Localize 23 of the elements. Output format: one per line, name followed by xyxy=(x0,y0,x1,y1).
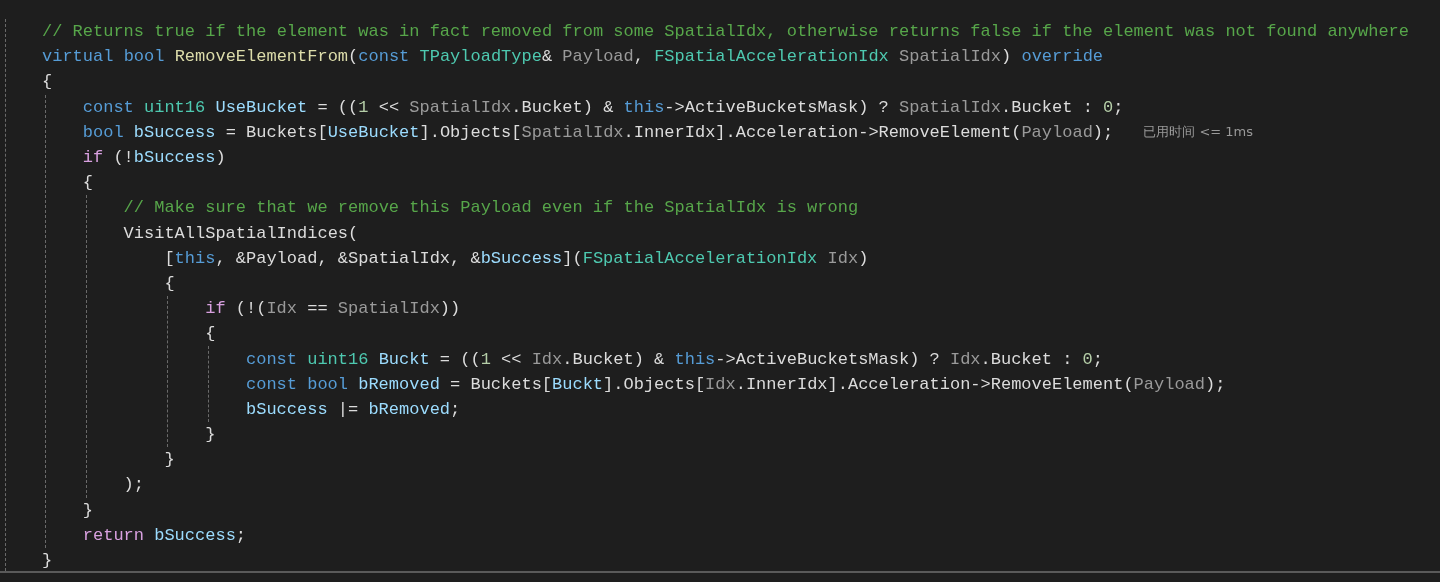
code-line: { xyxy=(205,323,216,346)
code-line: VisitAllSpatialIndices( xyxy=(123,222,359,245)
code-line: // Returns true if the element was in fact removed from some SpatialIdx, otherwise returns false if the element was not found anywhere xyxy=(42,21,1410,44)
code-line: if (!bSuccess) xyxy=(82,147,226,170)
code-line: ); xyxy=(123,474,144,497)
code-line: if (!(Idx == SpatialIdx)) xyxy=(205,298,461,321)
code-line: virtual bool RemoveElementFrom(const TPayloadType& Payload, FSpatialAccelerationIdx SpatialIdx) override xyxy=(42,46,1104,69)
code-line: } xyxy=(42,550,53,573)
inline-hint: 已用时间 <= 1ms xyxy=(1143,123,1253,142)
code-line: } xyxy=(205,424,216,447)
code-line: const uint16 UseBucket = ((1 << SpatialIdx.Bucket) & this->ActiveBucketsMask) ? SpatialIdx.Bucket : 0; xyxy=(82,96,1124,119)
code-line: { xyxy=(164,272,175,295)
code-line: const bool bRemoved = Buckets[Buckt].Objects[Idx.InnerIdx].Acceleration->RemoveElement(Payload); xyxy=(246,373,1226,396)
code-line: { xyxy=(82,172,93,195)
code-line: // Make sure that we remove this Payload even if the SpatialIdx is wrong xyxy=(123,197,859,220)
code-line: const uint16 Buckt = ((1 << Idx.Bucket) & this->ActiveBucketsMask) ? Idx.Bucket : 0; xyxy=(246,348,1103,371)
code-line: bool bSuccess = Buckets[UseBucket].Objects[SpatialIdx.InnerIdx].Acceleration->RemoveElement(Payload); xyxy=(82,121,1114,144)
code-line: bSuccess |= bRemoved; xyxy=(246,398,461,421)
code-line: [this, &Payload, &SpatialIdx, &bSuccess](FSpatialAccelerationIdx Idx) xyxy=(164,247,869,270)
code-line: return bSuccess; xyxy=(82,524,247,547)
code-line: { xyxy=(42,71,53,94)
code-line: } xyxy=(82,499,93,522)
code-line: } xyxy=(164,449,175,472)
